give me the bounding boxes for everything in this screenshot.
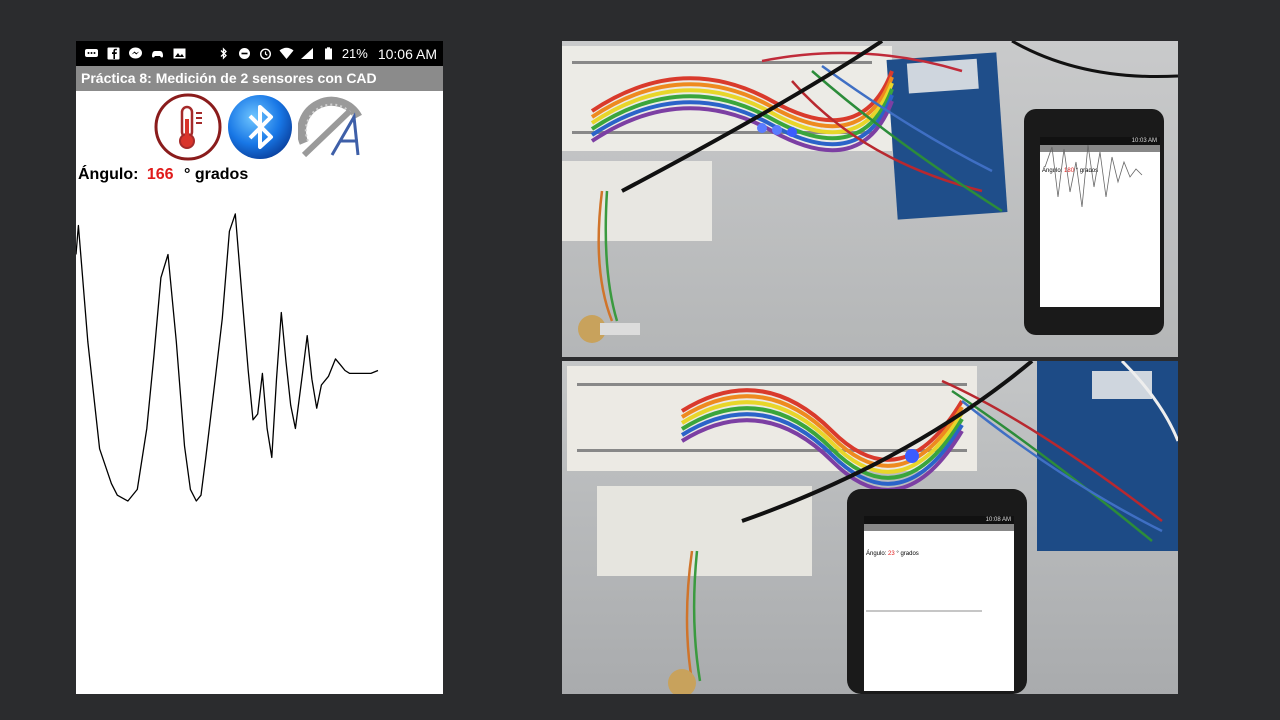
bottom-phone-waveform — [866, 610, 982, 612]
app-title: Práctica 8: Medición de 2 sensores con C… — [76, 66, 443, 91]
facebook-icon — [106, 47, 121, 60]
alarm-icon — [258, 47, 273, 60]
signal-icon — [300, 47, 315, 60]
angle-waveform-plot — [76, 213, 379, 502]
top-phone-waveform — [1044, 144, 1143, 208]
dnd-icon — [237, 47, 252, 60]
angle-value: 166 — [146, 166, 174, 183]
messenger-icon — [128, 47, 143, 60]
bluetooth-icon — [216, 47, 231, 60]
battery-icon — [321, 47, 336, 60]
thermometer-icon[interactable] — [154, 93, 222, 161]
hardware-photo-top: 10:03 AM Ángulo: 180 ° grados — [562, 41, 1178, 357]
bottom-phone-screen: 10:08 AM Ángulo: 23 ° grados — [864, 516, 1014, 691]
status-bar: 21% 10:06 AM — [76, 41, 443, 66]
phone-screenshot: 21% 10:06 AM Práctica 8: Medición de 2 s… — [76, 41, 443, 694]
gamepad-icon — [150, 47, 165, 60]
angle-label: Ángulo: — [78, 166, 139, 183]
photo-icon — [172, 47, 187, 60]
hardware-photo-bottom: 10:08 AM Ángulo: 23 ° grados — [562, 361, 1178, 694]
waveform-line — [76, 213, 379, 502]
bluetooth-icon[interactable] — [226, 93, 294, 161]
top-phone-screen: 10:03 AM Ángulo: 180 ° grados — [1040, 137, 1160, 307]
angle-unit: ° grados — [184, 166, 249, 183]
chat-icon — [84, 47, 99, 60]
battery-percent: 21% — [341, 46, 368, 61]
angle-readout: Ángulo: 166 ° grados — [76, 165, 443, 185]
clock: 10:06 AM — [377, 45, 437, 62]
wifi-icon — [279, 47, 294, 60]
protractor-icon[interactable] — [297, 93, 366, 161]
sensor-icon-row — [76, 93, 443, 161]
